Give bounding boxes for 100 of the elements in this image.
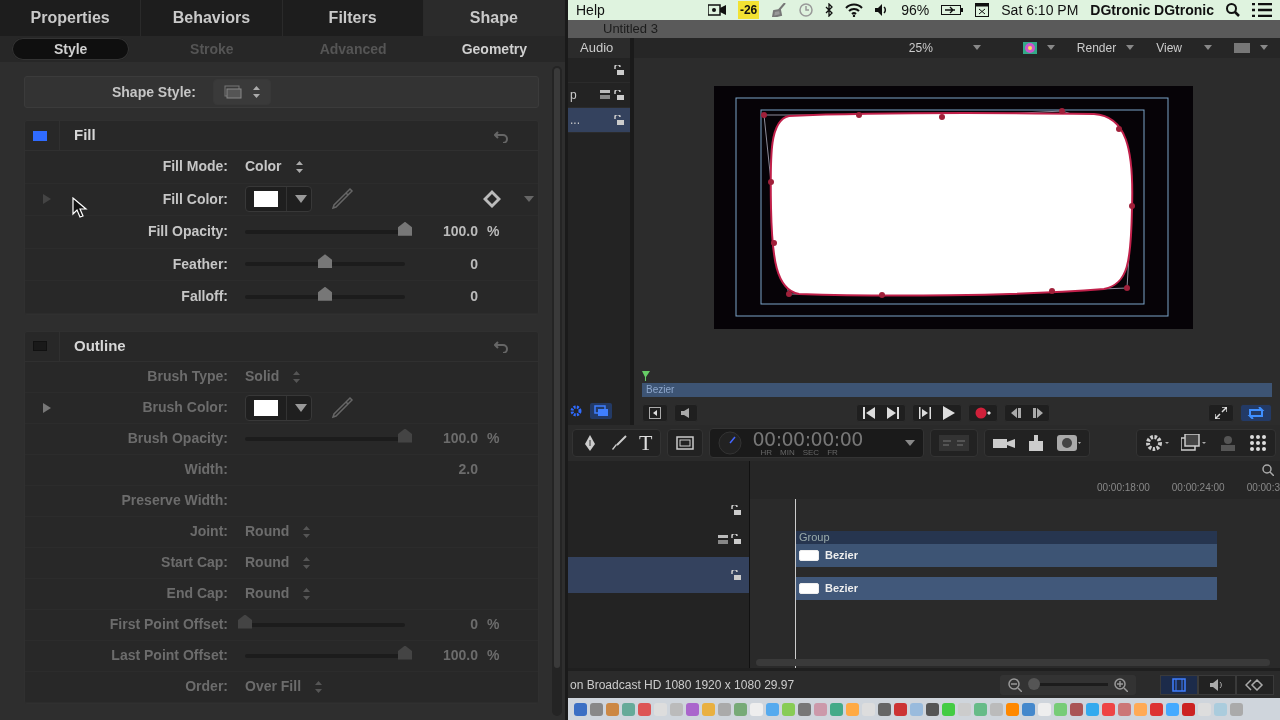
playhead-icon[interactable] — [642, 371, 650, 382]
layers-icon[interactable] — [600, 90, 610, 99]
status-badge[interactable]: -26 — [737, 1, 760, 19]
inspector-tab[interactable]: Filters — [282, 0, 424, 36]
window-title: Untitled 3 — [603, 20, 658, 39]
hud-button[interactable] — [930, 429, 979, 457]
shape-style-popup[interactable] — [213, 79, 271, 105]
menu-item[interactable]: Help — [576, 0, 605, 21]
lock-icon[interactable] — [614, 115, 624, 125]
app-icon[interactable] — [1150, 702, 1163, 716]
audio-button[interactable] — [1198, 674, 1236, 695]
reset-icon[interactable] — [494, 128, 508, 143]
group-bar[interactable]: Group — [795, 531, 1217, 544]
column-header: Audio — [568, 38, 630, 58]
shape-tool-button[interactable] — [667, 429, 704, 457]
broom-icon[interactable] — [771, 3, 788, 17]
loop-button[interactable] — [1240, 404, 1272, 423]
slider-thumb[interactable] — [398, 428, 412, 443]
app-icon[interactable] — [686, 702, 699, 716]
field-label: Last Point Offset: — [111, 646, 229, 665]
clip-bar[interactable]: Bezier — [795, 544, 1217, 567]
app-icon[interactable] — [1070, 702, 1083, 716]
camera-icon[interactable] — [993, 436, 1016, 450]
zoom-popup[interactable]: 25% — [902, 38, 987, 57]
color-well[interactable] — [245, 394, 312, 421]
app-icon[interactable] — [638, 702, 651, 716]
playhead-line[interactable] — [795, 499, 796, 668]
value-readout: 100.0 — [441, 646, 478, 665]
slider-thumb[interactable] — [318, 286, 332, 301]
app-icon[interactable] — [1118, 702, 1131, 716]
lock-icon[interactable] — [614, 90, 624, 100]
zoom-in-icon[interactable] — [1114, 677, 1128, 692]
brush-icon[interactable] — [611, 435, 627, 451]
lock-icon[interactable] — [731, 534, 741, 544]
disclosure-icon[interactable] — [42, 401, 52, 414]
user-name[interactable]: DGtronic DGtronic — [1090, 0, 1214, 21]
filters-icon[interactable] — [1057, 434, 1082, 452]
transport-button[interactable] — [856, 404, 906, 423]
app-icon[interactable] — [878, 702, 891, 716]
gear-icon[interactable] — [1145, 434, 1169, 452]
lock-icon[interactable] — [731, 505, 741, 515]
grid-icon[interactable] — [1249, 434, 1267, 452]
eyedropper-icon[interactable] — [330, 187, 354, 212]
app-icon[interactable] — [1182, 702, 1195, 716]
slider-thumb[interactable] — [398, 221, 412, 236]
zoom-out-icon[interactable] — [1008, 677, 1022, 692]
transport-button[interactable] — [1004, 404, 1050, 423]
enable-checkbox[interactable] — [33, 130, 47, 141]
stepper-icon[interactable] — [295, 160, 303, 173]
inspector-tab[interactable]: Behaviors — [141, 0, 283, 36]
app-icon[interactable] — [590, 702, 603, 716]
field-label: Brush Type: — [147, 367, 229, 386]
menu-clock[interactable]: Sat 6:10 PM — [1001, 0, 1079, 21]
app-icon[interactable] — [798, 702, 811, 716]
transport-button[interactable] — [912, 404, 962, 423]
app-icon[interactable] — [926, 702, 939, 716]
slider-thumb[interactable] — [238, 614, 252, 629]
lock-icon[interactable] — [614, 65, 624, 75]
app-icon[interactable] — [574, 702, 587, 716]
app-icon[interactable] — [1102, 702, 1115, 716]
slider-thumb[interactable] — [398, 645, 412, 660]
audio-button[interactable] — [674, 404, 698, 423]
camera-icon[interactable] — [707, 4, 726, 16]
view-popup[interactable]: View — [1150, 38, 1218, 57]
clip-bar[interactable]: Bezier — [795, 577, 1217, 600]
eyedropper-icon[interactable] — [330, 395, 354, 420]
layers-icon[interactable] — [718, 534, 728, 544]
lock-icon[interactable] — [731, 570, 741, 580]
battery-icon[interactable] — [941, 4, 964, 16]
caret-icon[interactable] — [524, 196, 534, 203]
slider-thumb[interactable] — [318, 254, 332, 269]
duplicate-icon[interactable] — [1181, 434, 1207, 452]
keyframes-button[interactable] — [1236, 674, 1274, 695]
text-tool-button[interactable]: T — [639, 432, 653, 454]
inspector-tab[interactable]: Properties — [0, 0, 142, 36]
subtab[interactable]: Style — [12, 38, 130, 60]
search-icon[interactable] — [1226, 3, 1240, 17]
layer-row[interactable]: ... — [568, 108, 630, 133]
reset-icon[interactable] — [494, 339, 508, 353]
fullscreen-button[interactable] — [1208, 404, 1234, 423]
keyframe-icon[interactable] — [482, 189, 502, 210]
clock-icon[interactable] — [799, 3, 814, 17]
caret-icon[interactable] — [905, 440, 916, 446]
app-icon[interactable] — [1022, 702, 1035, 716]
record-button[interactable] — [968, 404, 998, 423]
bluetooth-icon[interactable] — [825, 3, 834, 17]
popup-value[interactable]: Color — [245, 156, 282, 178]
calendar-icon[interactable] — [975, 3, 990, 17]
scrollbar[interactable] — [756, 659, 1270, 666]
color-wheel-icon — [1022, 41, 1037, 54]
render-popup[interactable]: Render — [1070, 38, 1141, 57]
zoom-slider-thumb[interactable] — [1028, 678, 1041, 690]
color-well[interactable] — [245, 186, 312, 213]
list-icon[interactable] — [1252, 3, 1272, 17]
viewer-toggle-button[interactable] — [642, 404, 668, 423]
subtab[interactable]: Geometry — [435, 38, 553, 60]
behaviors-icon[interactable] — [1027, 435, 1046, 451]
app-icon[interactable] — [894, 702, 907, 716]
wifi-icon[interactable] — [845, 3, 864, 17]
zoom-icon[interactable] — [1262, 464, 1274, 476]
